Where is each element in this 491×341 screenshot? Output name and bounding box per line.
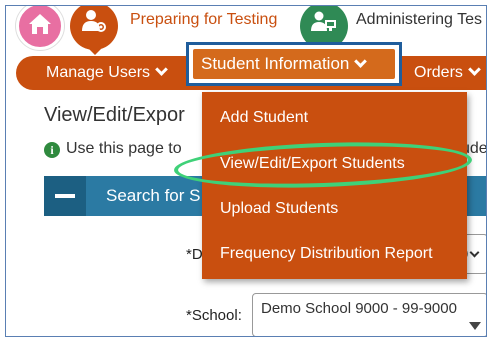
nav-orders[interactable]: Orders <box>414 56 481 90</box>
info-icon: i <box>44 142 60 158</box>
page-title: View/Edit/Expor <box>44 104 185 126</box>
nav-orders-label: Orders <box>414 64 463 81</box>
nav-manage-users-label: Manage Users <box>46 64 151 81</box>
preparing-for-testing-link[interactable]: Preparing for Testing <box>130 11 277 29</box>
app-window: Preparing for Testing Administering Tes … <box>5 5 487 337</box>
home-icon[interactable] <box>16 6 64 50</box>
nav-manage-users[interactable]: Manage Users <box>46 56 168 90</box>
district-label: *D <box>186 246 203 263</box>
chevron-down-icon <box>354 55 368 68</box>
preparing-for-testing-icon[interactable] <box>70 6 118 50</box>
school-select[interactable]: Demo School 9000 - 99-9000 <box>252 293 486 336</box>
chevron-down-icon <box>155 63 168 76</box>
menu-item-upload-students[interactable]: Upload Students <box>220 200 338 218</box>
collapse-button[interactable] <box>44 176 86 216</box>
chevron-down-icon <box>468 63 481 76</box>
school-select-value: Demo School 9000 - 99-9000 <box>261 300 457 317</box>
search-panel-title: Search for S <box>106 186 201 205</box>
administering-tests-link[interactable]: Administering Tes <box>356 11 482 29</box>
chevron-down-icon <box>469 247 480 258</box>
info-text: Use this page to <box>66 140 182 157</box>
minus-icon <box>55 194 75 198</box>
nav-student-information-focus: Student Information <box>186 42 402 86</box>
info-message: i Use this page to <box>44 140 182 158</box>
menu-item-frequency-distribution-report[interactable]: Frequency Distribution Report <box>220 245 433 263</box>
nav-student-information[interactable]: Student Information <box>193 49 395 79</box>
menu-item-add-student[interactable]: Add Student <box>220 109 308 127</box>
caret-down-icon <box>469 322 481 330</box>
active-section-pointer <box>86 46 104 55</box>
nav-student-information-label: Student Information <box>201 54 350 73</box>
school-label: *School: <box>186 307 242 324</box>
